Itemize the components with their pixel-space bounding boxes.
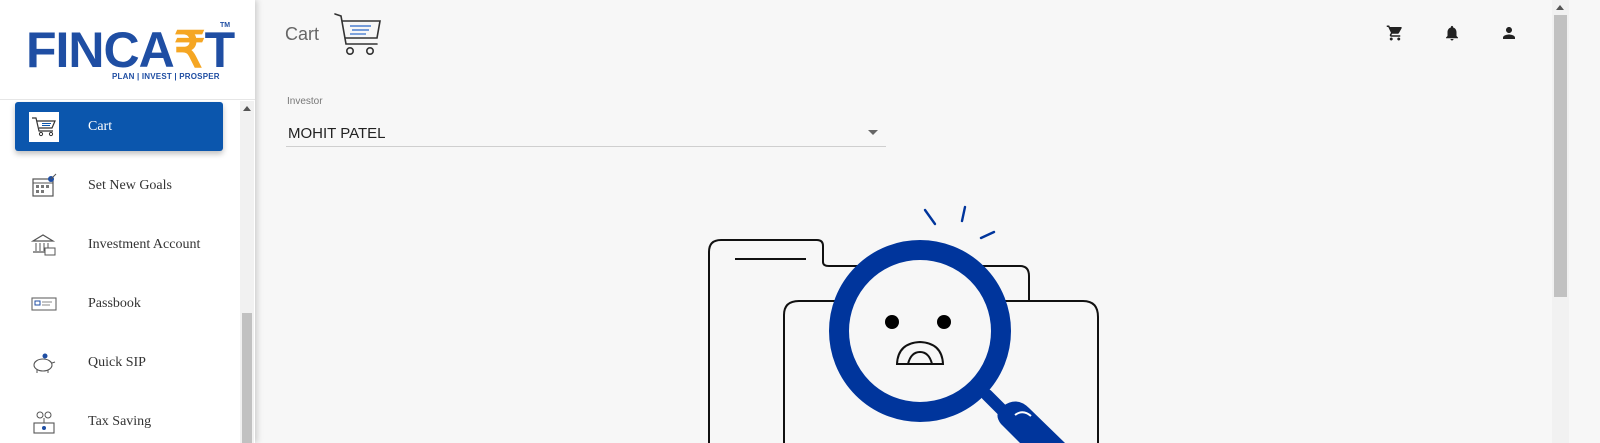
sidebar-scroll-up-arrow[interactable] <box>243 106 251 111</box>
chevron-down-icon <box>868 130 878 135</box>
account-icon[interactable] <box>1500 24 1518 42</box>
sidebar-item-label: Investment Account <box>88 236 201 252</box>
logo-tagline: PLAN | INVEST | PROSPER <box>112 72 220 81</box>
cart-illustration-icon <box>334 13 381 55</box>
passbook-icon <box>29 289 59 319</box>
main-content: Cart Investor MOHIT PATEL <box>255 0 1552 443</box>
sidebar-item-label: Quick SIP <box>88 354 146 370</box>
sidebar-menu: Cart Set New Goals Investment Account Pa… <box>0 101 240 443</box>
sidebar-item-label: Cart <box>88 118 113 134</box>
sidebar-item-label: Set New Goals <box>88 177 172 193</box>
sidebar-item-investment-account[interactable]: Investment Account <box>15 220 223 269</box>
page-scrollbar-thumb[interactable] <box>1554 15 1567 297</box>
tax-saving-icon <box>29 407 59 437</box>
page-scroll-up-arrow[interactable] <box>1556 5 1564 10</box>
bank-icon <box>29 230 59 260</box>
sidebar-scrollbar-thumb[interactable] <box>242 313 252 443</box>
logo-trademark: TM <box>220 22 231 29</box>
sidebar-item-cart[interactable]: Cart <box>15 102 223 151</box>
sidebar-item-tax-saving[interactable]: Tax Saving <box>15 397 223 443</box>
logo-wordmark: FINCA₹T <box>26 22 235 78</box>
sidebar-item-label: Tax Saving <box>88 413 152 429</box>
logo[interactable]: FINCA₹T TM PLAN | INVEST | PROSPER <box>0 0 255 100</box>
investor-select[interactable]: MOHIT PATEL <box>286 119 886 147</box>
sidebar-item-passbook[interactable]: Passbook <box>15 279 223 328</box>
cart-icon <box>29 111 59 142</box>
empty-cart-illustration <box>708 205 1099 443</box>
cart-icon[interactable] <box>1386 24 1404 42</box>
sidebar: FINCA₹T TM PLAN | INVEST | PROSPER Cart … <box>0 0 255 443</box>
sidebar-item-set-new-goals[interactable]: Set New Goals <box>15 161 223 210</box>
bell-icon[interactable] <box>1443 24 1461 42</box>
investor-selected-value: MOHIT PATEL <box>288 125 386 142</box>
page-title: Cart <box>285 24 320 44</box>
investor-label: Investor <box>287 96 323 107</box>
piggy-bank-icon <box>29 348 59 378</box>
sidebar-item-label: Passbook <box>88 295 141 311</box>
sidebar-item-quick-sip[interactable]: Quick SIP <box>15 338 223 387</box>
calendar-goal-icon <box>29 171 59 201</box>
